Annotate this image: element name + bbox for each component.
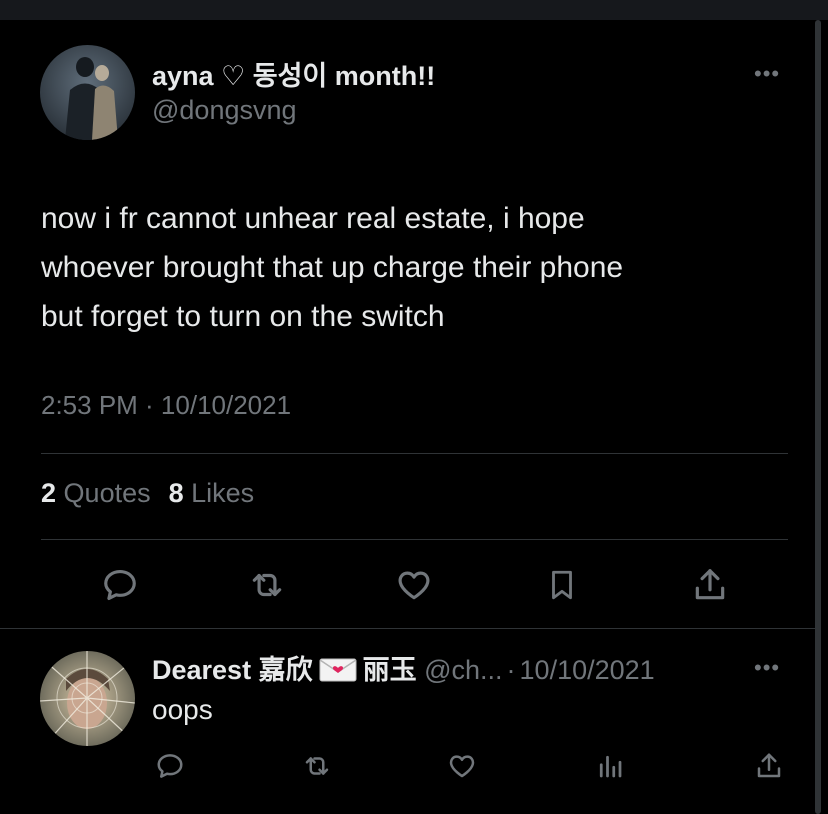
reply-icon — [157, 754, 183, 778]
reply-more-options-icon[interactable]: ••• — [754, 657, 780, 679]
reply-share-button[interactable] — [751, 748, 787, 784]
reply-author-name-suffix[interactable]: 丽玉 — [363, 655, 417, 685]
tweet-text: now i fr cannot unhear real estate, i ho… — [41, 194, 801, 341]
reply-date[interactable]: 10/10/2021 — [520, 655, 655, 685]
share-icon — [695, 569, 725, 600]
like-button[interactable] — [392, 563, 436, 607]
divider — [0, 628, 815, 629]
reply-author-handle[interactable]: @ch... — [424, 655, 502, 685]
retweet-icon — [252, 573, 282, 597]
top-bar — [0, 0, 828, 20]
likes-stat[interactable]: 8 Likes — [169, 478, 255, 508]
author-avatar[interactable] — [40, 45, 135, 140]
retweet-icon — [305, 757, 329, 775]
reply-reply-button[interactable] — [152, 748, 188, 784]
meta-separator: · — [506, 655, 516, 685]
scrollbar[interactable] — [815, 20, 821, 814]
love-letter-icon — [319, 658, 357, 682]
tweet-detail-page: ayna ♡ 동성이 month!! @dongsvng ••• now i f… — [0, 0, 828, 814]
tweet-text-line: but forget to turn on the switch — [41, 300, 445, 333]
like-icon — [398, 571, 430, 600]
more-options-icon[interactable]: ••• — [754, 63, 780, 85]
quotes-count: 2 — [41, 478, 57, 508]
author-name[interactable]: ayna ♡ 동성이 month!! — [152, 54, 435, 93]
retweet-button[interactable] — [243, 563, 291, 607]
reply-icon — [104, 569, 136, 601]
tweet-timestamp[interactable]: 2:53 PM · 10/10/2021 — [41, 390, 291, 421]
views-icon — [599, 755, 622, 778]
tweet-text-line: whoever brought that up charge their pho… — [41, 251, 624, 284]
reply-like-button[interactable] — [444, 748, 480, 784]
author-handle[interactable]: @dongsvng — [152, 95, 297, 126]
reply-button[interactable] — [98, 563, 142, 607]
quotes-stat[interactable]: 2 Quotes — [41, 478, 151, 508]
share-icon — [757, 753, 781, 778]
reply-author-name[interactable]: Dearest 嘉欣 — [152, 655, 313, 685]
share-button[interactable] — [688, 563, 732, 607]
tweet-text-line: now i fr cannot unhear real estate, i ho… — [41, 202, 585, 235]
reply-text: oops — [152, 694, 213, 725]
divider — [41, 539, 788, 540]
divider — [41, 453, 788, 454]
reply-author-avatar[interactable] — [40, 651, 135, 746]
bookmark-button[interactable] — [540, 563, 584, 607]
reply-views-button[interactable] — [592, 748, 628, 784]
quotes-label: Quotes — [63, 478, 151, 508]
reply-header: Dearest 嘉欣 丽玉 @ch... · 10/10/2021 — [152, 648, 655, 687]
likes-count: 8 — [168, 478, 184, 508]
likes-label: Likes — [191, 478, 255, 508]
bookmark-icon — [552, 570, 572, 600]
like-icon — [449, 755, 475, 778]
engagement-stats: 2 Quotes 8 Likes — [41, 478, 254, 509]
reply-retweet-button[interactable] — [297, 748, 337, 784]
